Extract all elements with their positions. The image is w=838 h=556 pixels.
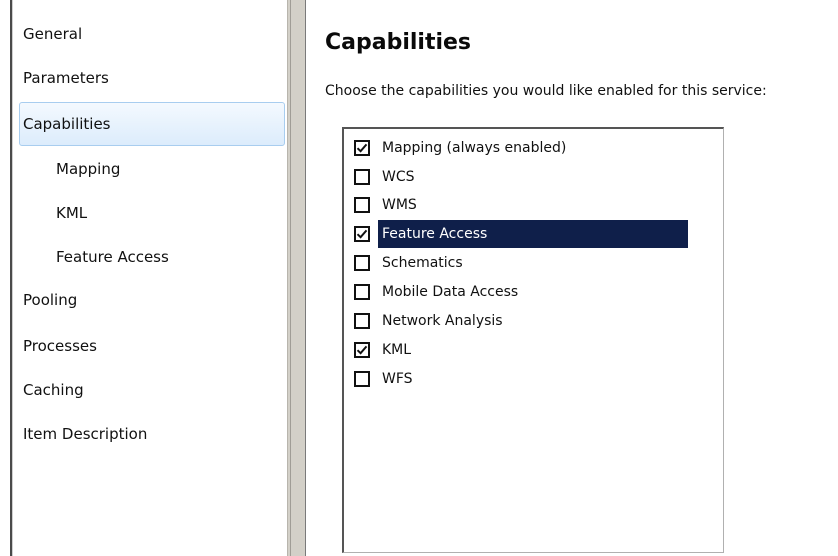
sidebar-item-caching[interactable]: Caching [23, 370, 84, 410]
capabilities-checklist[interactable]: Mapping (always enabled) WCS WMS Feature… [342, 127, 724, 553]
capability-row-wfs[interactable]: WFS [354, 365, 417, 393]
checkbox-wms[interactable] [354, 197, 370, 213]
checkbox-mapping[interactable] [354, 140, 370, 156]
sidebar-item-pooling[interactable]: Pooling [23, 280, 77, 320]
checkbox-wcs[interactable] [354, 169, 370, 185]
pane-splitter-line [290, 0, 291, 556]
capability-row-schematics[interactable]: Schematics [354, 249, 467, 277]
capability-row-mapping[interactable]: Mapping (always enabled) [354, 134, 570, 162]
capability-label-mapping: Mapping (always enabled) [382, 140, 567, 156]
capability-label-network-analysis: Network Analysis [382, 313, 503, 329]
checkbox-schematics[interactable] [354, 255, 370, 271]
service-editor-window: General Parameters Capabilities Mapping … [0, 0, 838, 556]
capability-row-kml[interactable]: KML [354, 336, 415, 364]
sidebar-item-feature-access[interactable]: Feature Access [56, 237, 169, 277]
sidebar-item-mapping[interactable]: Mapping [56, 149, 120, 189]
checkbox-network-analysis[interactable] [354, 313, 370, 329]
checkbox-mobile-data-access[interactable] [354, 284, 370, 300]
sidebar-nav: General Parameters Capabilities Mapping … [13, 0, 287, 556]
capabilities-instructions: Choose the capabilities you would like e… [325, 83, 767, 99]
capability-row-mobile-data-access[interactable]: Mobile Data Access [354, 278, 522, 306]
capability-label-feature-access: Feature Access [378, 220, 688, 248]
page-title: Capabilities [325, 30, 472, 55]
checkbox-feature-access[interactable] [354, 226, 370, 242]
checkbox-kml[interactable] [354, 342, 370, 358]
checkmark-icon [356, 345, 368, 355]
capability-label-kml: KML [382, 342, 412, 358]
sidebar-item-general[interactable]: General [23, 14, 82, 54]
checkbox-wfs[interactable] [354, 371, 370, 387]
capability-label-wfs: WFS [382, 371, 413, 387]
capability-label-mobile-data-access: Mobile Data Access [382, 284, 519, 300]
capability-row-wcs[interactable]: WCS [354, 163, 419, 191]
capability-row-network-analysis[interactable]: Network Analysis [354, 307, 507, 335]
sidebar-item-processes[interactable]: Processes [23, 326, 97, 366]
checkmark-icon [356, 229, 368, 239]
capability-row-feature-access[interactable]: Feature Access [354, 220, 688, 248]
capabilities-panel: Capabilities Choose the capabilities you… [306, 0, 838, 556]
checkmark-icon [356, 143, 368, 153]
capability-row-wms[interactable]: WMS [354, 191, 421, 219]
capability-label-schematics: Schematics [382, 255, 463, 271]
sidebar-item-item-description[interactable]: Item Description [23, 414, 147, 454]
capability-label-wcs: WCS [382, 169, 415, 185]
sidebar-item-kml[interactable]: KML [56, 193, 87, 233]
sidebar-item-parameters[interactable]: Parameters [23, 58, 109, 98]
sidebar-item-capabilities[interactable]: Capabilities [23, 104, 111, 144]
capability-label-wms: WMS [382, 197, 417, 213]
